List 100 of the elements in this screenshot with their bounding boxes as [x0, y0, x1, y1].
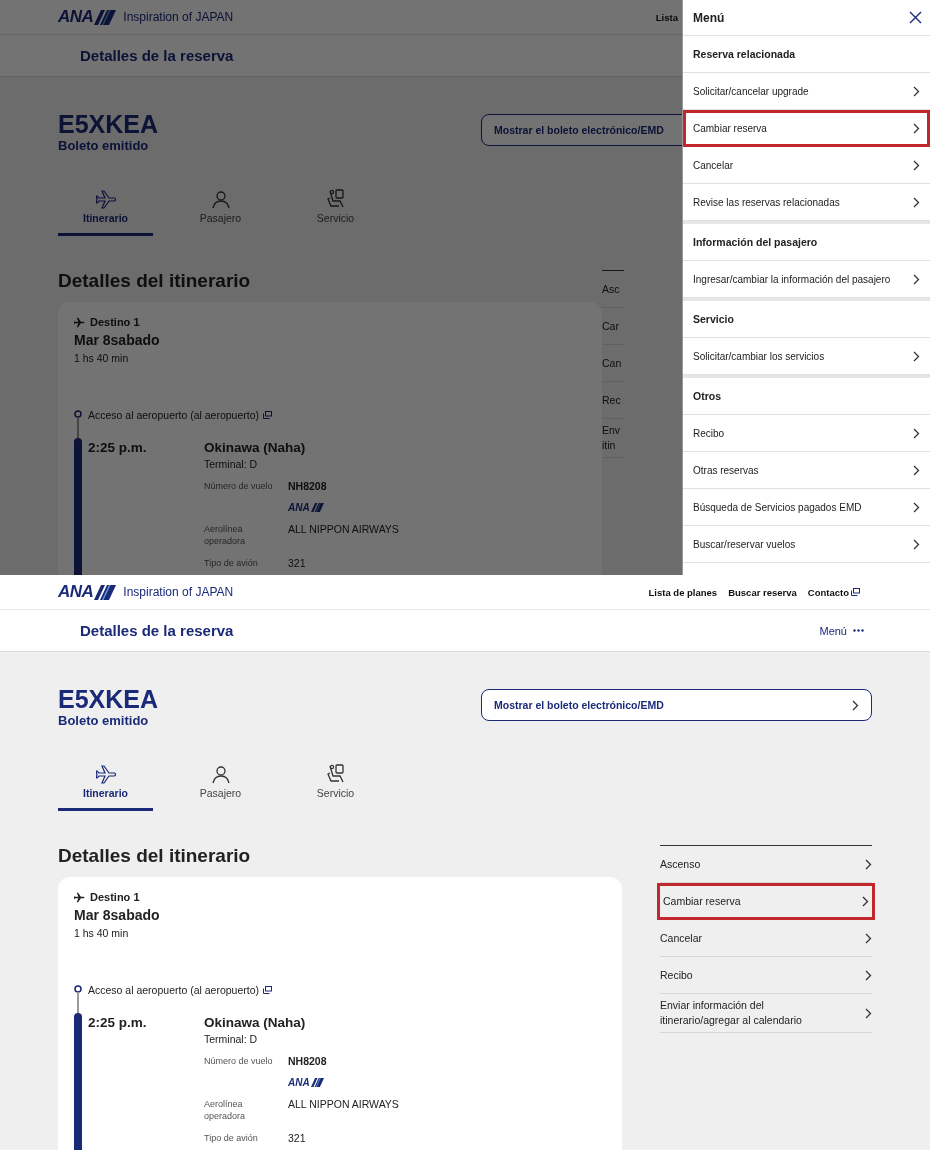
- timeline-start-icon: [74, 410, 82, 440]
- e-ticket-button[interactable]: Mostrar el boleto electrónico/EMD: [481, 114, 682, 146]
- timeline-start-icon: [74, 985, 82, 1015]
- airport-access-link[interactable]: Acceso al aeropuerto (al aeropuerto): [88, 985, 272, 994]
- section-heading: Detalles del itinerario: [58, 270, 252, 292]
- page-title: Detalles de la reserva: [80, 47, 234, 64]
- person-icon: [210, 189, 231, 209]
- detail-value: NH8208: [288, 480, 327, 492]
- booking-code: E5XKEA: [58, 110, 159, 138]
- side-menu-item[interactable]: Can: [602, 345, 624, 382]
- detail-value: ALL NIPPON AIRWAYS: [288, 523, 399, 535]
- person-icon: [210, 764, 231, 784]
- side-menu-item[interactable]: Cambiar reserva: [657, 883, 875, 920]
- e-ticket-button[interactable]: Mostrar el boleto electrónico/EMD: [481, 689, 872, 721]
- menu-item[interactable]: Cambiar reserva: [683, 110, 930, 147]
- ana-logo: ANA: [58, 582, 117, 602]
- chevron-icon: [862, 895, 869, 907]
- detail-label: Tipo de avión: [204, 557, 259, 569]
- nav-link[interactable]: Contacto: [807, 586, 860, 598]
- airport-name: Okinawa (Naha): [204, 1015, 307, 1030]
- tab[interactable]: Servicio: [288, 755, 383, 811]
- airport-name: Okinawa (Naha): [204, 440, 307, 455]
- side-menu-item[interactable]: Recibo: [660, 957, 872, 994]
- menu-item[interactable]: Búsqueda de Servicios pagados EMD: [683, 489, 930, 526]
- detail-label: Aerolínea operadora: [204, 523, 247, 547]
- flight-date: Mar 8sabado: [74, 332, 161, 348]
- external-link-icon: [263, 410, 272, 419]
- chevron-icon: [913, 122, 920, 134]
- side-menu-item[interactable]: Env itin: [602, 419, 624, 458]
- external-link-icon: [851, 588, 860, 596]
- ana-logo: ANA: [288, 1077, 324, 1088]
- menu-item[interactable]: Solicitar/cancelar upgrade: [683, 73, 930, 110]
- chevron-icon: [913, 273, 920, 285]
- chevron-icon: [913, 196, 920, 208]
- ticket-status: Boleto emitido: [58, 713, 150, 728]
- menu-section-heading: Otros: [683, 378, 930, 415]
- menu-link[interactable]: Menú: [819, 624, 864, 637]
- flight-duration: 1 hs 40 min: [74, 352, 130, 364]
- side-menu-item[interactable]: Asc: [602, 271, 624, 308]
- airport-access-link[interactable]: Acceso al aeropuerto (al aeropuerto): [88, 410, 272, 419]
- ana-logo: ANA: [288, 502, 324, 513]
- more-icon: [853, 629, 864, 632]
- side-menu-item[interactable]: Cancelar: [660, 920, 872, 957]
- tab[interactable]: Pasajero: [173, 755, 268, 811]
- terminal: Terminal: D: [204, 458, 259, 470]
- chevron-icon: [865, 932, 872, 944]
- ticket-status: Boleto emitido: [58, 138, 150, 153]
- side-menu-item[interactable]: Car: [602, 308, 624, 345]
- side-menu-item[interactable]: Rec: [602, 382, 624, 419]
- side-menu-item[interactable]: Ascenso: [660, 846, 872, 883]
- side-menu-item[interactable]: Enviar información del itinerario/agregar al calendario: [660, 994, 872, 1033]
- chevron-icon: [865, 969, 872, 981]
- menu-item[interactable]: Solicitar/cambiar los servicios: [683, 338, 930, 375]
- menu-section-heading: Servicio: [683, 301, 930, 338]
- terminal: Terminal: D: [204, 1033, 259, 1045]
- detail-value: NH8208: [288, 1055, 327, 1067]
- ana-logo: ANA: [58, 7, 117, 27]
- close-button[interactable]: [907, 9, 924, 26]
- menu-section-heading: Reserva relacionada: [683, 36, 930, 73]
- nav-link[interactable]: Lista: [655, 11, 678, 23]
- chevron-icon: [852, 699, 859, 711]
- airplane-icon: [74, 316, 85, 328]
- chevron-icon: [913, 538, 920, 550]
- tagline: Inspiration of JAPAN: [123, 10, 234, 24]
- menu-item[interactable]: Cancelar: [683, 147, 930, 184]
- menu-item[interactable]: Revise las reservas relacionadas: [683, 184, 930, 221]
- segment-label: Destino 1: [90, 891, 140, 903]
- detail-label: Tipo de avión: [204, 1132, 259, 1144]
- seat-icon: [325, 189, 346, 209]
- airplane-icon: [95, 764, 116, 784]
- segment-label: Destino 1: [90, 316, 140, 328]
- flight-duration: 1 hs 40 min: [74, 927, 130, 939]
- seat-icon: [325, 764, 346, 784]
- close-icon: [909, 11, 922, 24]
- chevron-icon: [913, 501, 920, 513]
- departure-time: 2:25 p.m.: [88, 440, 148, 455]
- chevron-icon: [865, 858, 872, 870]
- detail-label: Número de vuelo: [204, 480, 274, 492]
- detail-value: 321: [288, 557, 306, 569]
- detail-value: ALL NIPPON AIRWAYS: [288, 1098, 399, 1110]
- detail-label: Número de vuelo: [204, 1055, 274, 1067]
- menu-item[interactable]: Ingresar/cambiar la información del pasajero: [683, 261, 930, 298]
- tagline: Inspiration of JAPAN: [123, 585, 234, 599]
- menu-item[interactable]: Buscar/reservar vuelos: [683, 526, 930, 563]
- airplane-icon: [74, 891, 85, 903]
- page-title: Detalles de la reserva: [80, 622, 234, 639]
- chevron-icon: [913, 427, 920, 439]
- chevron-icon: [913, 159, 920, 171]
- menu-item[interactable]: Otras reservas: [683, 452, 930, 489]
- detail-label: Aerolínea operadora: [204, 1098, 247, 1122]
- chevron-icon: [913, 85, 920, 97]
- tab[interactable]: Itinerario: [58, 755, 153, 811]
- nav-link[interactable]: Lista de planes: [648, 586, 718, 598]
- nav-link[interactable]: Buscar reserva: [728, 586, 797, 598]
- menu-item[interactable]: Recibo: [683, 415, 930, 452]
- external-link-icon: [263, 985, 272, 994]
- chevron-icon: [865, 1007, 872, 1019]
- chevron-icon: [913, 464, 920, 476]
- booking-code: E5XKEA: [58, 685, 159, 713]
- menu-title: Menú: [693, 10, 725, 25]
